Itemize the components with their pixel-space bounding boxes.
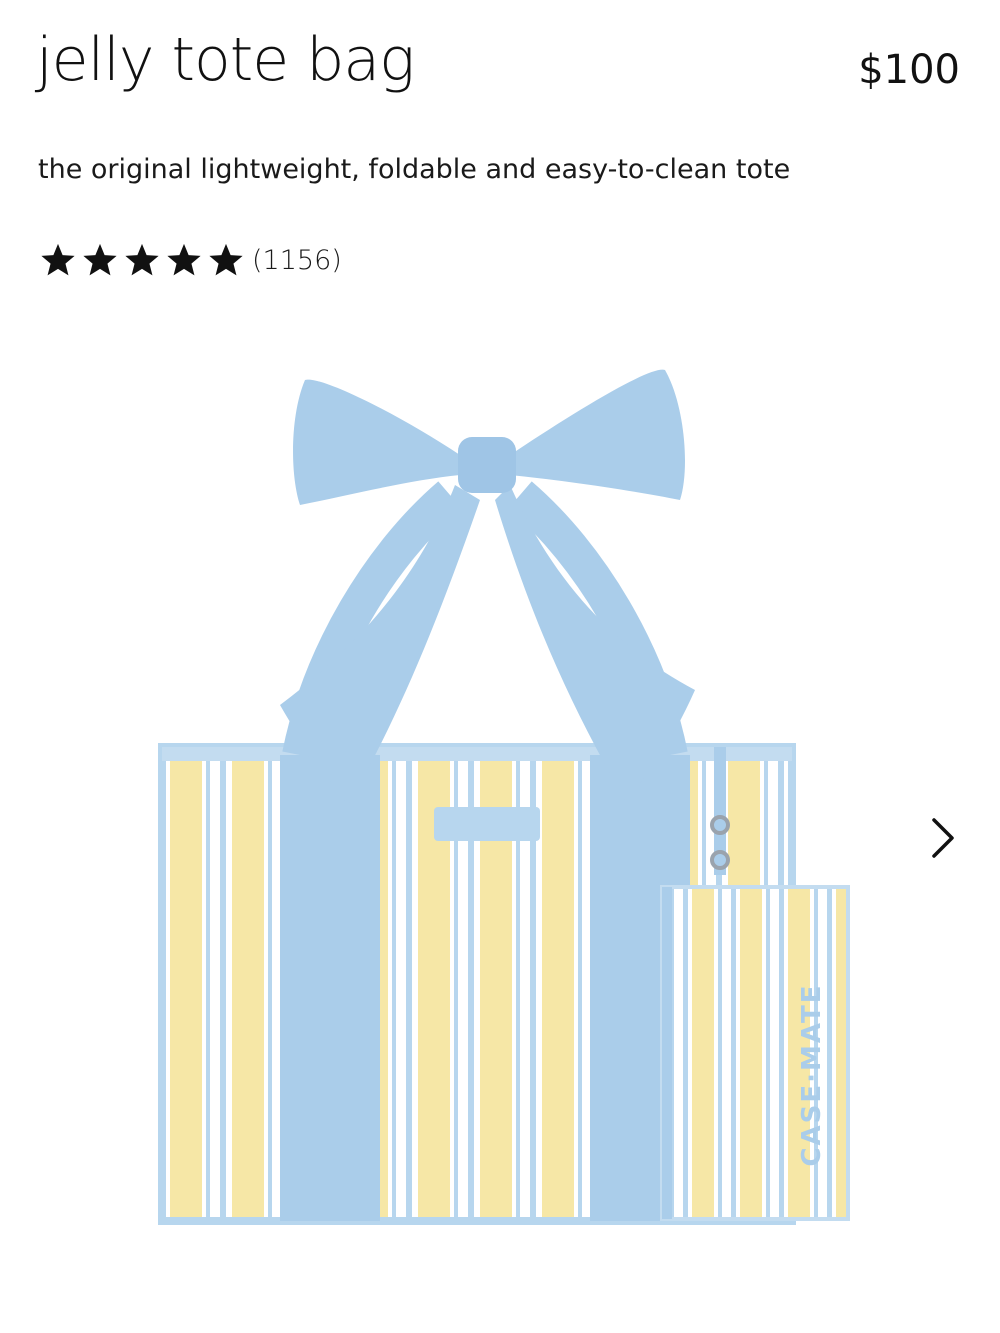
star-icon: [83, 243, 117, 276]
carousel-next-button[interactable]: [918, 810, 968, 866]
review-count[interactable]: (1156): [252, 245, 342, 276]
star-icon: [209, 243, 243, 276]
bow: [280, 369, 695, 805]
brand-mark: CASE·MATE: [797, 983, 827, 1166]
product-title: jelly tote bag: [36, 25, 415, 95]
chevron-right-icon: [932, 818, 954, 858]
rating-summary[interactable]: (1156): [38, 240, 342, 280]
star-icon: [41, 243, 75, 276]
star-rating: [38, 241, 246, 279]
product-image[interactable]: CASE·MATE: [150, 355, 860, 1235]
star-icon: [167, 243, 201, 276]
product-subtitle: the original lightweight, foldable and e…: [38, 154, 791, 185]
star-icon: [125, 243, 159, 276]
product-price: $100: [858, 47, 960, 93]
